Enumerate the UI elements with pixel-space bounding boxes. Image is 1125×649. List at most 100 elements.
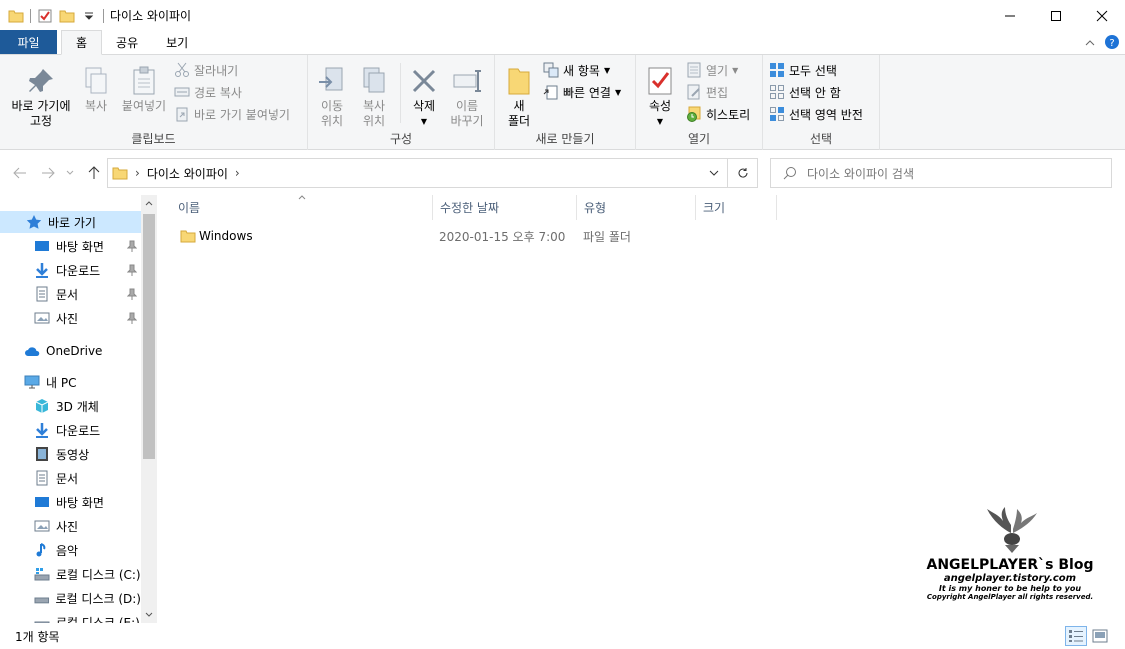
select-none-button[interactable]: 선택 안 함	[769, 82, 841, 102]
nav-item-pictures-pc[interactable]: 사진	[0, 515, 141, 537]
nav-item-desktop-pc[interactable]: 바탕 화면	[0, 491, 141, 513]
address-bar[interactable]: › 다이소 와이파이 ›	[107, 158, 728, 188]
new-item-button[interactable]: 새 항목 ▼	[543, 60, 610, 80]
pin-quick-access-button[interactable]: 바로 가기에 고정	[6, 65, 76, 129]
search-box[interactable]: 다이소 와이파이 검색	[770, 158, 1112, 188]
open-button[interactable]: 열기 ▼	[686, 60, 738, 80]
details-view-button[interactable]	[1065, 626, 1087, 646]
breadcrumb-chevron-icon[interactable]: ›	[135, 166, 140, 180]
select-none-label: 선택 안 함	[789, 85, 841, 100]
nav-item-disk-c[interactable]: 로컬 디스크 (C:)	[0, 563, 141, 585]
properties-button[interactable]: 속성 ▼	[642, 65, 678, 129]
move-to-button[interactable]: 이동 위치	[312, 65, 352, 129]
easy-access-button[interactable]: 빠른 연결 ▼	[543, 82, 621, 102]
column-header-type[interactable]: 유형	[576, 195, 695, 220]
pin-icon[interactable]	[127, 264, 137, 276]
pin-icon	[29, 69, 53, 92]
column-size-label: 크기	[703, 201, 726, 215]
folder-icon	[112, 167, 128, 180]
nav-item-pictures[interactable]: 사진	[0, 307, 141, 329]
nav-item-desktop[interactable]: 바탕 화면	[0, 235, 141, 257]
delete-dropdown-icon[interactable]: ▼	[421, 114, 427, 129]
rename-button[interactable]: 이름 바꾸기	[446, 65, 488, 129]
column-divider[interactable]	[776, 195, 777, 220]
breadcrumb-chevron-icon[interactable]: ›	[235, 166, 240, 180]
help-icon[interactable]: ?	[1105, 35, 1119, 49]
tab-view[interactable]: 보기	[152, 30, 202, 54]
pin-icon[interactable]	[127, 312, 137, 324]
nav-item-this-pc[interactable]: 내 PC	[0, 371, 141, 393]
copy-to-button[interactable]: 복사 위치	[354, 65, 394, 129]
nav-label: OneDrive	[46, 344, 103, 358]
copy-button[interactable]: 복사	[78, 65, 114, 114]
column-header-size[interactable]: 크기	[695, 195, 776, 220]
nav-item-3d-objects[interactable]: 3D 개체	[0, 395, 141, 417]
folder-icon	[180, 230, 196, 243]
nav-item-onedrive[interactable]: OneDrive	[0, 340, 141, 362]
back-button[interactable]	[11, 164, 29, 182]
nav-item-documents-pc[interactable]: 문서	[0, 467, 141, 489]
nav-item-downloads[interactable]: 다운로드	[0, 259, 141, 281]
customize-dropdown-icon[interactable]	[81, 8, 97, 24]
new-folder-icon[interactable]	[59, 8, 75, 24]
paste-label: 붙여넣기	[121, 99, 167, 113]
nav-item-documents[interactable]: 문서	[0, 283, 141, 305]
nav-item-disk-e[interactable]: 로컬 디스크 (E:)	[0, 611, 141, 623]
delete-button[interactable]: 삭제 ▼	[404, 65, 444, 129]
close-button[interactable]	[1079, 0, 1125, 31]
tab-file[interactable]: 파일	[0, 30, 57, 54]
maximize-button[interactable]	[1033, 0, 1079, 31]
nav-scrollbar[interactable]	[141, 195, 157, 623]
paste-shortcut-label: 바로 가기 붙여넣기	[194, 107, 290, 122]
drive-icon	[34, 621, 50, 623]
nav-label: 로컬 디스크 (C:)	[56, 567, 141, 582]
copy-path-button[interactable]: 경로 복사	[174, 82, 242, 102]
pin-label-1: 바로 가기에	[11, 99, 71, 113]
easy-access-label: 빠른 연결	[563, 85, 611, 100]
forward-arrow-icon	[42, 167, 55, 179]
column-header-modified[interactable]: 수정한 날짜	[432, 195, 576, 220]
edit-button[interactable]: 편집	[686, 82, 728, 102]
properties-icon[interactable]	[37, 8, 53, 24]
move-to-icon	[319, 67, 343, 91]
nav-item-disk-d[interactable]: 로컬 디스크 (D:)	[0, 587, 141, 609]
nav-item-quick-access[interactable]: 바로 가기	[0, 211, 141, 233]
select-all-button[interactable]: 모두 선택	[769, 60, 837, 80]
file-type: 파일 폴더	[583, 229, 631, 244]
up-button[interactable]	[85, 164, 103, 182]
breadcrumb-current[interactable]: 다이소 와이파이	[147, 165, 228, 182]
pictures-icon	[34, 312, 50, 324]
column-type-label: 유형	[584, 201, 607, 215]
nav-item-music[interactable]: 음악	[0, 539, 141, 561]
tab-share[interactable]: 공유	[102, 30, 152, 54]
cut-button[interactable]: 잘라내기	[174, 60, 238, 80]
history-button[interactable]: 히스토리	[686, 104, 750, 124]
refresh-button[interactable]	[728, 158, 758, 188]
rename-label-1: 이름	[455, 99, 479, 113]
paste-shortcut-button[interactable]: 바로 가기 붙여넣기	[174, 104, 290, 124]
collapse-ribbon-icon[interactable]	[1085, 38, 1095, 46]
pin-icon[interactable]	[127, 288, 137, 300]
recent-locations-button[interactable]	[64, 164, 76, 182]
scroll-up-icon[interactable]	[145, 200, 153, 206]
new-folder-button[interactable]: 새 폴더	[499, 65, 539, 129]
nav-item-downloads-pc[interactable]: 다운로드	[0, 419, 141, 441]
paste-button[interactable]: 붙여넣기	[118, 65, 170, 114]
select-group-label: 선택	[809, 132, 833, 146]
properties-dropdown-icon[interactable]: ▼	[657, 114, 663, 129]
folder-icon	[8, 10, 24, 22]
forward-button[interactable]	[39, 164, 57, 182]
invert-selection-button[interactable]: 선택 영역 반전	[769, 104, 863, 124]
tab-home[interactable]: 홈	[61, 30, 103, 55]
minimize-button[interactable]	[987, 0, 1033, 31]
large-icons-view-button[interactable]	[1089, 626, 1111, 646]
pin-icon[interactable]	[127, 240, 137, 252]
address-history-icon[interactable]	[709, 170, 719, 177]
back-arrow-icon	[13, 167, 26, 179]
column-header-name[interactable]: 이름	[170, 195, 432, 220]
download-icon	[36, 423, 48, 438]
nav-item-videos[interactable]: 동영상	[0, 443, 141, 465]
file-row[interactable]: Windows 2020-01-15 오후 7:00 파일 폴더	[170, 225, 670, 247]
scroll-down-icon[interactable]	[145, 612, 153, 618]
scrollbar-thumb[interactable]	[143, 214, 155, 459]
